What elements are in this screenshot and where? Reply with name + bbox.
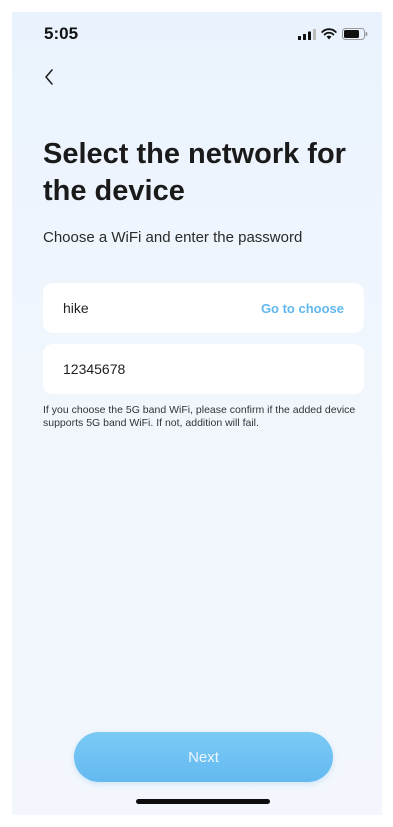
- status-icons: [298, 28, 368, 40]
- wifi-ssid-field[interactable]: hike Go to choose: [43, 283, 364, 333]
- wifi-password-value: 12345678: [63, 361, 126, 377]
- status-time: 5:05: [44, 24, 79, 43]
- cellular-signal-icon: [298, 28, 316, 40]
- go-to-choose-link[interactable]: Go to choose: [261, 301, 344, 316]
- page-title: Select the network for the device: [43, 138, 346, 207]
- page-subtitle: Choose a WiFi and enter the password: [43, 229, 303, 246]
- battery-icon: [342, 28, 368, 40]
- chevron-left-icon: [45, 69, 53, 85]
- back-button[interactable]: [38, 62, 68, 92]
- wifi-icon: [321, 28, 337, 40]
- 5g-warning-note: If you choose the 5G band WiFi, please c…: [43, 404, 356, 429]
- app-screen: 5:05 Select the network for the device C…: [12, 12, 382, 815]
- home-indicator: [136, 799, 270, 804]
- status-bar: 5:05: [12, 12, 382, 52]
- wifi-ssid-value: hike: [63, 300, 89, 316]
- wifi-password-field[interactable]: 12345678: [43, 344, 364, 394]
- next-button[interactable]: Next: [74, 732, 333, 782]
